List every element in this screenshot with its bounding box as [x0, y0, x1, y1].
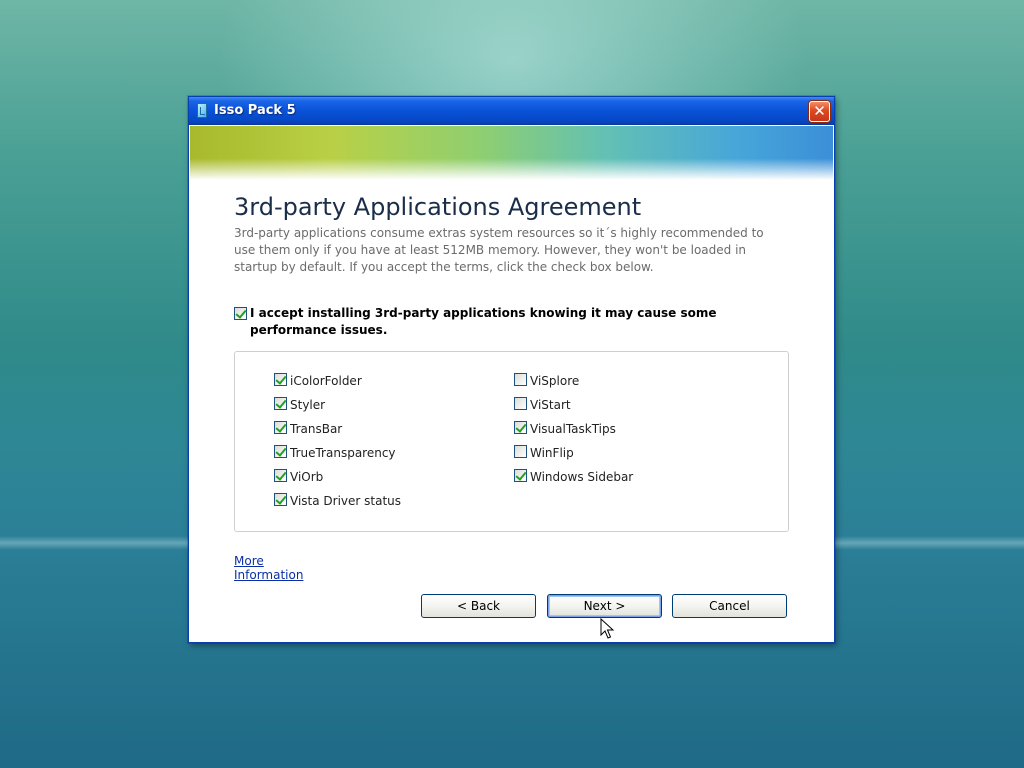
app-checkbox[interactable] [514, 469, 527, 482]
title-bar[interactable]: Isso Pack 5 ✕ [189, 97, 834, 125]
app-checkbox[interactable] [514, 421, 527, 434]
app-option-viorb[interactable]: ViOrb [274, 469, 323, 487]
app-checkbox[interactable] [274, 373, 287, 386]
app-option-transbar[interactable]: TransBar [274, 421, 342, 439]
back-button[interactable]: < Back [421, 594, 536, 618]
app-label: ViStart [530, 398, 571, 412]
accept-terms-checkbox[interactable] [234, 307, 247, 320]
app-label: TransBar [290, 422, 343, 436]
app-option-visualtasktips[interactable]: VisualTaskTips [514, 421, 616, 439]
app-checkbox[interactable] [514, 373, 527, 386]
close-button[interactable]: ✕ [809, 101, 830, 122]
app-option-winflip[interactable]: WinFlip [514, 445, 574, 463]
app-option-icolorfolder[interactable]: iColorFolder [274, 373, 362, 391]
app-label: TrueTransparency [290, 446, 396, 460]
more-information-link[interactable]: More Information [234, 554, 303, 582]
app-checkbox[interactable] [274, 421, 287, 434]
accept-terms-label: I accept installing 3rd-party applicatio… [250, 306, 717, 337]
installer-app-icon [197, 103, 207, 118]
app-checkbox[interactable] [274, 445, 287, 458]
app-label: Windows Sidebar [530, 470, 634, 484]
cancel-button[interactable]: Cancel [672, 594, 787, 618]
mouse-pointer-icon [600, 618, 614, 639]
app-label: iColorFolder [290, 374, 362, 388]
app-option-vista-driver-status[interactable]: Vista Driver status [274, 493, 401, 511]
app-checkbox[interactable] [274, 493, 287, 506]
app-option-vistart[interactable]: ViStart [514, 397, 571, 415]
page-description: 3rd-party applications consume extras sy… [234, 226, 764, 274]
app-label: Styler [290, 398, 326, 412]
app-option-styler[interactable]: Styler [274, 397, 325, 415]
app-label: ViOrb [290, 470, 324, 484]
app-option-truetransparency[interactable]: TrueTransparency [274, 445, 396, 463]
app-option-visplore[interactable]: ViSplore [514, 373, 579, 391]
app-checkbox[interactable] [274, 397, 287, 410]
page-title: 3rd-party Applications Agreement [234, 193, 642, 221]
app-label: Vista Driver status [290, 494, 402, 508]
app-option-windows-sidebar[interactable]: Windows Sidebar [514, 469, 633, 487]
app-checkbox[interactable] [274, 469, 287, 482]
header-banner [190, 126, 833, 180]
window-title: Isso Pack 5 [214, 103, 296, 118]
app-label: WinFlip [530, 446, 574, 460]
installer-window: Isso Pack 5 ✕ 3rd-party Applications Agr… [188, 96, 835, 643]
app-label: VisualTaskTips [530, 422, 616, 436]
app-label: ViSplore [530, 374, 580, 388]
applications-group: iColorFolder Styler TransBar TrueTranspa… [234, 351, 789, 532]
app-checkbox[interactable] [514, 397, 527, 410]
close-icon: ✕ [813, 102, 826, 120]
next-button[interactable]: Next > [547, 594, 662, 618]
app-checkbox[interactable] [514, 445, 527, 458]
